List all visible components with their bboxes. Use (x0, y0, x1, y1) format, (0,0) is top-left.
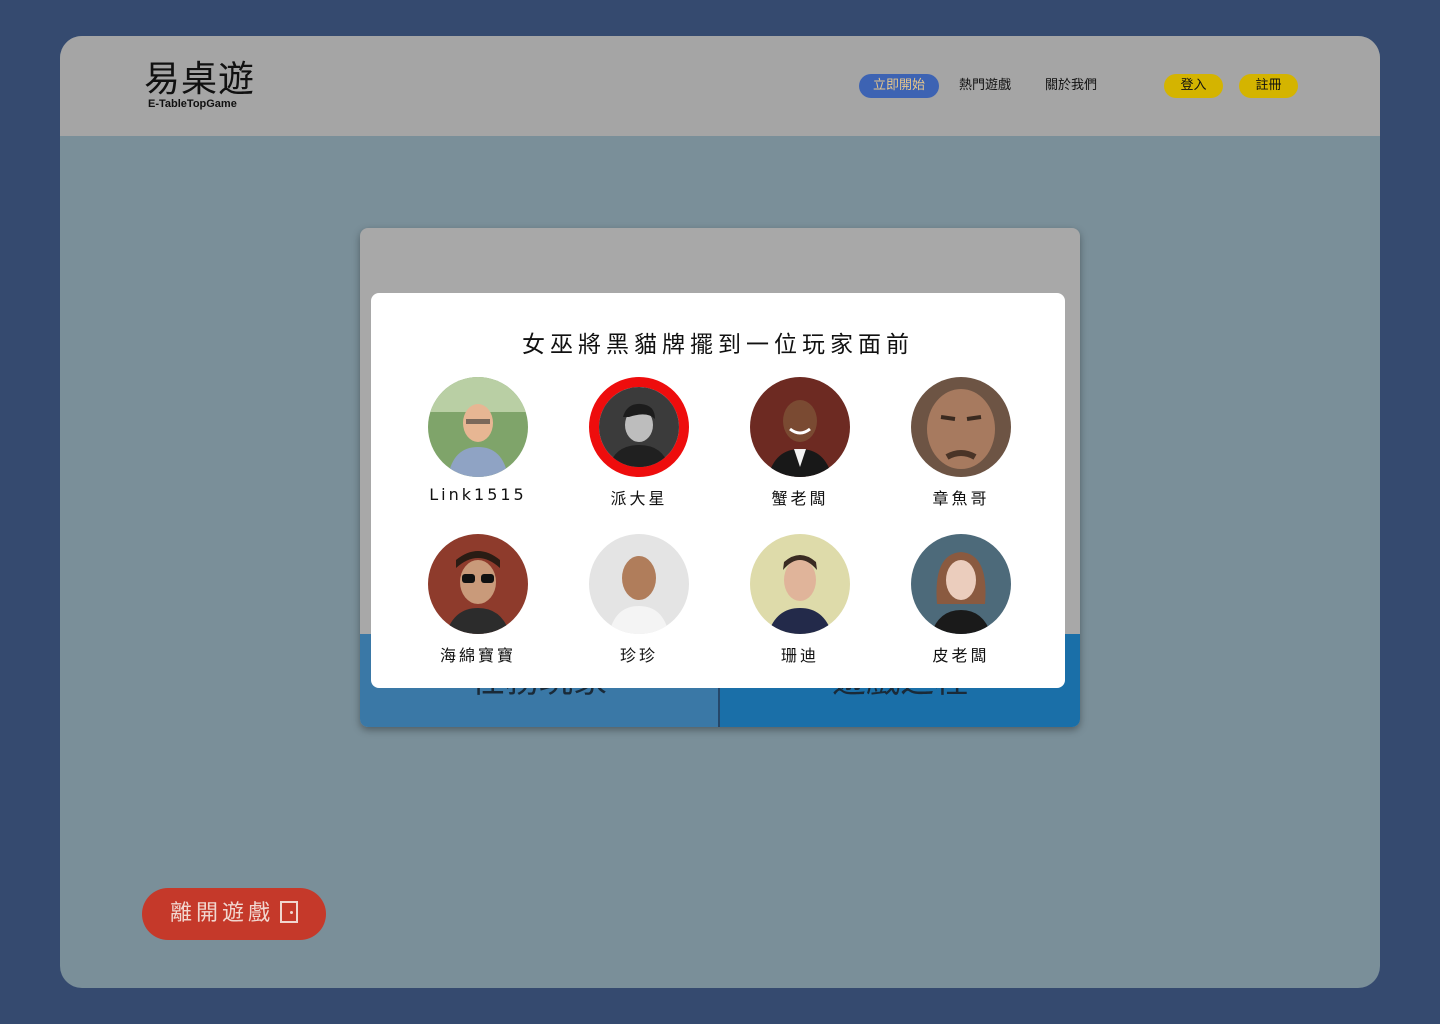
dialog-title: 女巫將黑貓牌擺到一位玩家面前 (522, 332, 914, 358)
player-option[interactable]: 珊迪 (720, 534, 880, 666)
player-name: 皮老闆 (932, 646, 990, 665)
player-option[interactable]: 章魚哥 (881, 377, 1041, 509)
site-logo[interactable]: 易桌遊 E-TableTopGame (144, 58, 255, 110)
player-name: 章魚哥 (932, 489, 990, 508)
leave-game-button[interactable]: 離開遊戲 (142, 888, 326, 940)
nav-about-link[interactable]: 關於我們 (1045, 74, 1097, 98)
choose-player-dialog: 女巫將黑貓牌擺到一位玩家面前 Link1515 派大星 蟹老闆 章魚哥 海綿寶寶 (371, 293, 1065, 688)
register-button[interactable]: 註冊 (1239, 74, 1298, 98)
player-option[interactable]: 珍珍 (559, 534, 719, 666)
player-name: 珊迪 (780, 646, 819, 665)
player-avatar[interactable] (428, 377, 528, 477)
player-avatar[interactable] (911, 534, 1011, 634)
leave-game-label: 離開遊戲 (169, 901, 274, 926)
player-option[interactable]: 皮老闆 (881, 534, 1041, 666)
player-option[interactable]: 蟹老闆 (720, 377, 880, 509)
player-avatar-selected[interactable] (589, 377, 689, 477)
nav-start-button[interactable]: 立即開始 (859, 74, 939, 98)
player-avatar[interactable] (750, 534, 850, 634)
player-name: 珍珍 (619, 646, 658, 665)
player-option[interactable]: Link1515 (398, 377, 558, 504)
logo-title: 易桌遊 (144, 59, 256, 100)
player-name: Link1515 (429, 485, 527, 504)
player-avatar[interactable] (428, 534, 528, 634)
player-avatar[interactable] (750, 377, 850, 477)
player-avatar[interactable] (589, 534, 689, 634)
player-option-selected[interactable]: 派大星 (559, 377, 719, 509)
login-button[interactable]: 登入 (1164, 74, 1223, 98)
player-name: 派大星 (610, 489, 668, 508)
player-name: 海綿寶寶 (439, 646, 516, 665)
top-nav-bar: 易桌遊 E-TableTopGame 立即開始 熱門遊戲 關於我們 登入 註冊 (60, 36, 1380, 136)
nav-hot-games-link[interactable]: 熱門遊戲 (959, 74, 1011, 98)
player-avatar[interactable] (911, 377, 1011, 477)
player-option[interactable]: 海綿寶寶 (398, 534, 558, 666)
player-name: 蟹老闆 (771, 489, 829, 508)
exit-door-icon (280, 901, 298, 923)
